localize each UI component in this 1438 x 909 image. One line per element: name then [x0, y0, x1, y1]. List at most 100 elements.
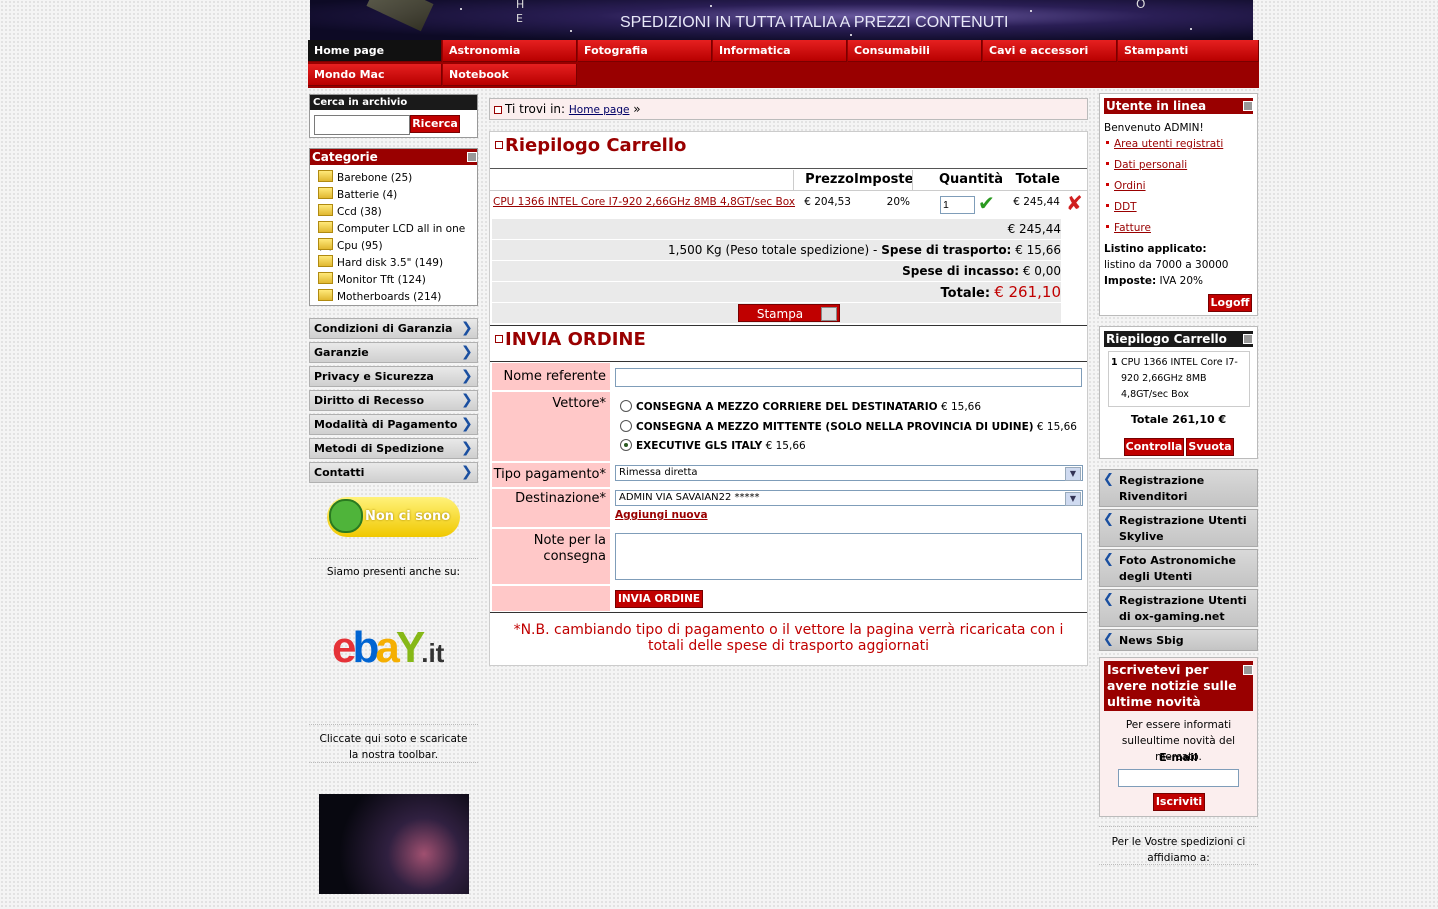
satellite-image [366, 0, 434, 32]
weight-text: 1,500 Kg (Peso totale spedizione) - [668, 243, 878, 257]
mini-cart: Riepilogo Carrello 1 CPU 1366 INTEL Core… [1099, 326, 1258, 459]
payment-select[interactable]: Rimessa diretta ▼ [615, 465, 1083, 481]
empty-cart-button[interactable]: Svuota [1186, 438, 1234, 456]
cod-value: € 0,00 [1022, 264, 1061, 278]
link-fatture[interactable]: Fatture [1106, 222, 1151, 234]
breadcrumb-home-link[interactable]: Home page [569, 104, 630, 116]
folder-icon [318, 289, 333, 301]
search-box: Cerca in archivio Ricerca [309, 94, 478, 138]
nav-mondo-mac[interactable]: Mondo Mac [308, 64, 442, 86]
menu-registrazione-skylive[interactable]: ❮ Registrazione Utenti Skylive [1099, 509, 1258, 547]
bullet-icon [495, 141, 503, 149]
menu-spedizione[interactable]: Metodi di Spedizione ❯ [309, 438, 478, 459]
link-area-utenti[interactable]: Area utenti registrati [1106, 138, 1223, 150]
nav-cavi[interactable]: Cavi e accessori [983, 40, 1117, 62]
chevron-down-icon[interactable]: ▼ [1065, 492, 1081, 506]
menu-news-sbig[interactable]: ❮ News Sbig [1099, 629, 1258, 651]
notes-textarea[interactable] [615, 533, 1082, 580]
cart-item-price: € 204,53 [804, 196, 851, 208]
category-item[interactable]: Batterie (4) [318, 187, 397, 204]
col-price: Prezzo [793, 170, 854, 190]
collapse-icon[interactable] [1243, 334, 1253, 344]
subscribe-button[interactable]: Iscriviti [1153, 793, 1205, 811]
carrier-option-3[interactable]: EXECUTIVE GLS ITALY € 15,66 [620, 439, 806, 452]
newsletter-box: Iscrivetevi per avere notizie sulle ulti… [1099, 657, 1258, 817]
category-item[interactable]: Ccd (38) [318, 204, 382, 221]
menu-contatti[interactable]: Contatti ❯ [309, 462, 478, 483]
name-label: Nome referente [492, 363, 610, 390]
link-ordini[interactable]: Ordini [1106, 180, 1146, 192]
collapse-icon[interactable] [1243, 101, 1253, 111]
category-item[interactable]: Barebone (25) [318, 170, 412, 187]
category-item[interactable]: Motherboards (214) [318, 289, 441, 306]
menu-condizioni-garanzia[interactable]: Condizioni di Garanzia ❯ [309, 318, 478, 339]
menu-privacy[interactable]: Privacy e Sicurezza ❯ [309, 366, 478, 387]
collapse-icon[interactable] [1243, 665, 1253, 675]
add-address-link[interactable]: Aggiungi nuova [615, 509, 708, 521]
qty-input[interactable] [940, 196, 975, 214]
ebay-logo[interactable]: ebaY.it [332, 624, 444, 677]
shipping-notice: *N.B. cambiando tipo di pagamento o il v… [513, 622, 1064, 654]
cart-item-tax: 20% [886, 196, 910, 208]
nav-informatica[interactable]: Informatica [713, 40, 847, 62]
menu-recesso[interactable]: Diritto di Recesso ❯ [309, 390, 478, 411]
categories-title: Categorie [310, 149, 477, 165]
radio-button[interactable] [620, 420, 632, 432]
shipping-partner-text: Per le Vostre spedizioni ci affidiamo a: [1111, 836, 1246, 864]
banner-letters: H E [516, 0, 525, 25]
nav-consumabili[interactable]: Consumabili [848, 40, 982, 62]
search-button[interactable]: Ricerca [410, 115, 460, 133]
name-input[interactable] [615, 368, 1082, 387]
print-button[interactable]: Stampa [738, 304, 840, 322]
carrier-label: Vettore* [492, 392, 610, 461]
submit-order-button[interactable]: INVIA ORDINE [615, 590, 703, 608]
destination-select[interactable]: ADMIN VIA SAVAIAN22 ***** ▼ [615, 490, 1083, 506]
menu-pagamento[interactable]: Modalità di Pagamento ❯ [309, 414, 478, 435]
category-item[interactable]: Hard disk 3.5" (149) [318, 255, 443, 272]
nav-home[interactable]: Home page [308, 40, 442, 62]
menu-garanzie[interactable]: Garanzie ❯ [309, 342, 478, 363]
link-ddt[interactable]: DDT [1106, 201, 1137, 213]
chevron-right-icon: ❯ [461, 416, 473, 432]
category-item[interactable]: Monitor Tft (124) [318, 272, 426, 289]
collapse-icon[interactable] [467, 152, 477, 162]
link-dati-personali[interactable]: Dati personali [1106, 159, 1187, 171]
menu-registrazione-rivenditori[interactable]: ❮ Registrazione Rivenditori [1099, 469, 1258, 507]
carrier-option-2[interactable]: CONSEGNA A MEZZO MITTENTE (SOLO NELLA PR… [620, 420, 1077, 433]
search-input[interactable] [314, 115, 410, 135]
nav-fotografia[interactable]: Fotografia [578, 40, 712, 62]
folder-icon [318, 221, 333, 233]
shipping-value: € 15,66 [1015, 243, 1061, 257]
chevron-down-icon[interactable]: ▼ [1065, 467, 1081, 481]
email-label: E-mail [1159, 751, 1198, 764]
radio-button[interactable] [620, 400, 632, 412]
nav-astronomia[interactable]: Astronomia [443, 40, 577, 62]
check-cart-button[interactable]: Controlla [1124, 438, 1184, 456]
toolbar-download-image[interactable] [319, 794, 469, 894]
tax-info: Imposte: IVA 20% [1104, 275, 1203, 287]
category-item[interactable]: Cpu (95) [318, 238, 383, 255]
user-panel-title: Utente in linea [1104, 98, 1253, 114]
update-check-icon[interactable]: ✔ [978, 191, 995, 215]
nav-notebook[interactable]: Notebook [443, 64, 577, 86]
category-item[interactable]: Computer LCD all in one (1) [318, 221, 477, 252]
cod-row: Spese di incasso: € 0,00 [492, 261, 1061, 281]
carrier-option-1[interactable]: CONSEGNA A MEZZO CORRIERE DEL DESTINATAR… [620, 400, 981, 413]
nav-stampanti[interactable]: Stampanti [1118, 40, 1259, 62]
remove-x-icon[interactable]: ✘ [1066, 191, 1083, 215]
email-field[interactable] [1118, 769, 1239, 787]
away-badge[interactable]: Non ci sono [327, 497, 460, 537]
destination-label: Destinazione* [492, 489, 610, 527]
chevron-left-icon: ❮ [1103, 632, 1114, 647]
menu-registrazione-ox-gaming[interactable]: ❮ Registrazione Utenti di ox-gaming.net [1099, 589, 1258, 627]
radio-button-selected[interactable] [620, 439, 632, 451]
logoff-button[interactable]: Logoff [1208, 294, 1252, 312]
chevron-left-icon: ❮ [1103, 512, 1114, 527]
folder-icon [318, 170, 333, 182]
cart-item-name[interactable]: CPU 1366 INTEL Core I7-920 2,66GHz 8MB 4… [493, 196, 795, 208]
pricelist-value: listino da 7000 a 30000 [1104, 259, 1229, 271]
submit-label-cell [492, 586, 610, 611]
folder-icon [318, 187, 333, 199]
menu-foto-astronomiche[interactable]: ❮ Foto Astronomiche degli Utenti [1099, 549, 1258, 587]
mini-cart-title: Riepilogo Carrello [1104, 331, 1253, 347]
